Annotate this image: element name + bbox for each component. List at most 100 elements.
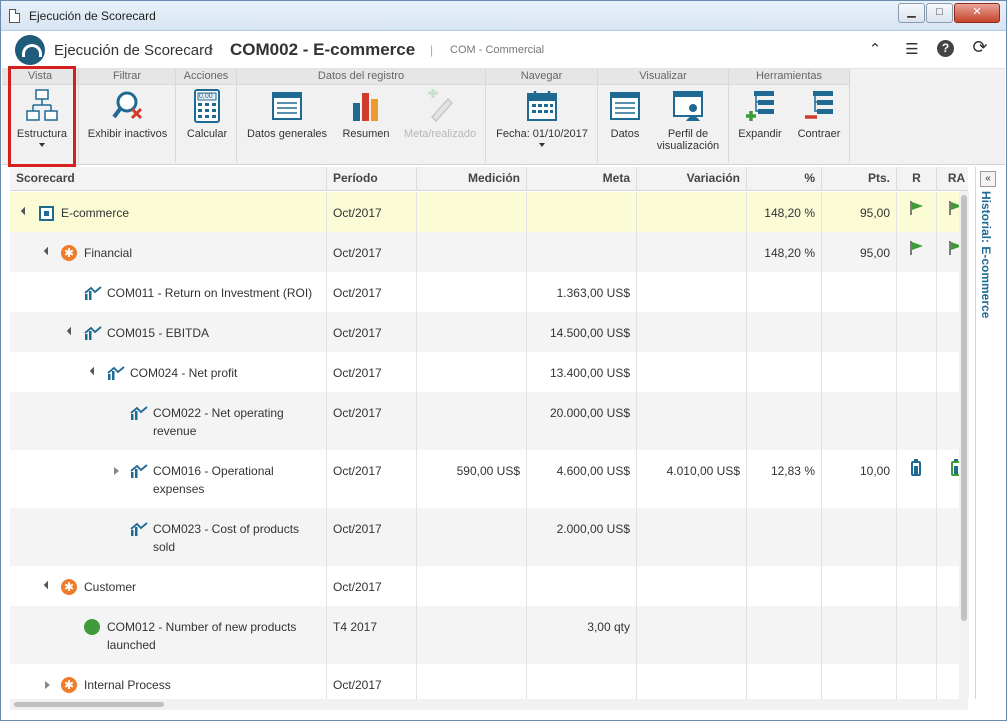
row-meta: [527, 192, 637, 232]
group-title: Filtrar: [79, 69, 175, 85]
collapse-arrow-icon[interactable]: [43, 580, 53, 590]
collapse-arrow-icon[interactable]: [89, 366, 99, 376]
contraer-label: Contraer: [797, 128, 841, 140]
datos-generales-button[interactable]: Datos generales: [241, 89, 333, 140]
row-medicion: 590,00 US$: [417, 450, 527, 508]
row-variacion: [637, 352, 747, 392]
table-row[interactable]: ✱ Internal Process Oct/2017: [10, 664, 968, 699]
row-medicion: [417, 352, 527, 392]
application-window: Ejecución de Scorecard ▁ □ ✕ Ejecución d…: [0, 0, 1007, 721]
collapse-up-icon[interactable]: ⌃: [865, 40, 885, 58]
exhibir-inactivos-button[interactable]: Exhibir inactivos: [81, 89, 174, 140]
scrollbar-thumb[interactable]: [961, 195, 967, 621]
row-pts: 95,00: [822, 232, 897, 272]
column-header-medicion[interactable]: Medición: [417, 167, 527, 191]
row-meta: 14.500,00 US$: [527, 312, 637, 352]
vertical-scrollbar[interactable]: [959, 191, 969, 699]
collapse-arrow-icon[interactable]: [43, 246, 53, 256]
table-row[interactable]: E-commerce Oct/2017 148,20 % 95,00: [10, 192, 968, 232]
meta-realizado-button[interactable]: Meta/realizado: [399, 89, 481, 140]
table-row[interactable]: ✱ Financial Oct/2017 148,20 % 95,00: [10, 232, 968, 272]
contraer-button[interactable]: Contraer: [791, 89, 847, 140]
exhibir-inactivos-label: Exhibir inactivos: [87, 128, 168, 140]
row-pct: [747, 606, 822, 664]
resumen-button[interactable]: Resumen: [337, 89, 395, 140]
perfil-visualizacion-button[interactable]: Perfil de visualización: [650, 89, 726, 152]
indicator-icon: [84, 326, 102, 340]
minimize-button[interactable]: ▁: [898, 3, 925, 23]
pen-plus-icon: [424, 89, 456, 123]
row-pct: 148,20 %: [747, 232, 822, 272]
group-title: Acciones: [176, 69, 236, 85]
column-header-periodo[interactable]: Período: [327, 167, 417, 191]
datos-label: Datos: [610, 128, 640, 140]
row-medicion: [417, 508, 527, 566]
fecha-button[interactable]: Fecha: 01/10/2017: [488, 89, 596, 147]
column-header-meta[interactable]: Meta: [527, 167, 637, 191]
table-row[interactable]: COM023 - Cost of products sold Oct/2017 …: [10, 508, 968, 566]
expandir-button[interactable]: Expandir: [733, 89, 787, 140]
breadcrumb-app[interactable]: Ejecución de Scorecard: [54, 42, 212, 59]
datos-generales-label: Datos generales: [246, 128, 328, 140]
row-variacion: [637, 232, 747, 272]
row-variacion: [637, 272, 747, 312]
breadcrumb-separator-icon: ›: [208, 40, 214, 57]
indicator-icon: [84, 286, 102, 300]
perfil-visualizacion-label: Perfil de visualización: [656, 128, 720, 152]
maximize-button[interactable]: □: [926, 3, 953, 23]
row-pct: [747, 272, 822, 312]
user-profile-icon: [672, 89, 704, 123]
list-icon[interactable]: ☰: [902, 40, 922, 58]
row-name: Customer: [84, 580, 137, 594]
row-name: Financial: [84, 246, 133, 260]
table-row[interactable]: COM024 - Net profit Oct/2017 13.400,00 U…: [10, 352, 968, 392]
row-period: Oct/2017: [327, 664, 417, 699]
ribbon-group-herramientas: Herramientas Expandir Contraer: [729, 69, 850, 163]
dropdown-arrow-icon: [539, 143, 545, 147]
table-row[interactable]: COM011 - Return on Investment (ROI) Oct/…: [10, 272, 968, 312]
datos-button[interactable]: Datos: [602, 89, 648, 140]
group-title: Navegar: [486, 69, 597, 85]
table-row[interactable]: ✱ Customer Oct/2017: [10, 566, 968, 606]
expand-panel-button[interactable]: «: [980, 171, 996, 187]
collapse-arrow-icon[interactable]: [66, 326, 76, 336]
close-button[interactable]: ✕: [954, 3, 1000, 23]
table-row[interactable]: COM022 - Net operating revenue Oct/2017 …: [10, 392, 968, 450]
perspective-icon: ✱: [61, 677, 77, 693]
column-header-ra[interactable]: RA: [937, 167, 968, 191]
calcular-button[interactable]: 0,00 Calcular: [178, 89, 236, 140]
row-pct: [747, 664, 822, 699]
refresh-icon[interactable]: ⟳: [970, 37, 990, 58]
history-panel-label[interactable]: Historial: E-commerce: [979, 191, 993, 318]
search-remove-icon: [111, 89, 144, 123]
row-meta: 3,00 qty: [527, 606, 637, 664]
row-pct: [747, 392, 822, 450]
row-name: COM012 - Number of new products launched: [107, 620, 297, 652]
help-icon[interactable]: ?: [937, 40, 954, 57]
ribbon-group-navegar: Navegar Fecha: 01/10/2017: [486, 69, 598, 163]
page-title: COM002 - E-commerce: [230, 40, 416, 59]
collapse-arrow-icon[interactable]: [20, 206, 30, 216]
horizontal-scrollbar[interactable]: [10, 699, 968, 710]
table-row[interactable]: COM016 - Operational expenses Oct/2017 5…: [10, 450, 968, 508]
ribbon-group-visualizar: Visualizar Datos Perfil de visualización: [598, 69, 729, 163]
table-row[interactable]: COM015 - EBITDA Oct/2017 14.500,00 US$: [10, 312, 968, 352]
column-header-variacion[interactable]: Variación: [637, 167, 747, 191]
column-header-pts[interactable]: Pts.: [822, 167, 897, 191]
row-period: Oct/2017: [327, 272, 417, 312]
row-variacion: [637, 606, 747, 664]
calculator-icon: 0,00: [191, 89, 223, 123]
scorecard-table: Scorecard Período Medición Meta Variació…: [10, 167, 968, 699]
document-icon: [9, 9, 20, 23]
column-header-r[interactable]: R: [897, 167, 937, 191]
table-row[interactable]: COM012 - Number of new products launched…: [10, 606, 968, 664]
row-meta: 1.363,00 US$: [527, 272, 637, 312]
expand-arrow-icon[interactable]: [114, 467, 119, 475]
row-name: COM023 - Cost of products sold: [153, 522, 300, 554]
row-medicion: [417, 272, 527, 312]
scrollbar-thumb[interactable]: [14, 702, 164, 707]
expand-arrow-icon[interactable]: [45, 681, 50, 689]
app-header: Ejecución de Scorecard › COM002 - E-comm…: [2, 32, 1005, 69]
column-header-scorecard[interactable]: Scorecard: [10, 167, 327, 191]
column-header-pct[interactable]: %: [747, 167, 822, 191]
